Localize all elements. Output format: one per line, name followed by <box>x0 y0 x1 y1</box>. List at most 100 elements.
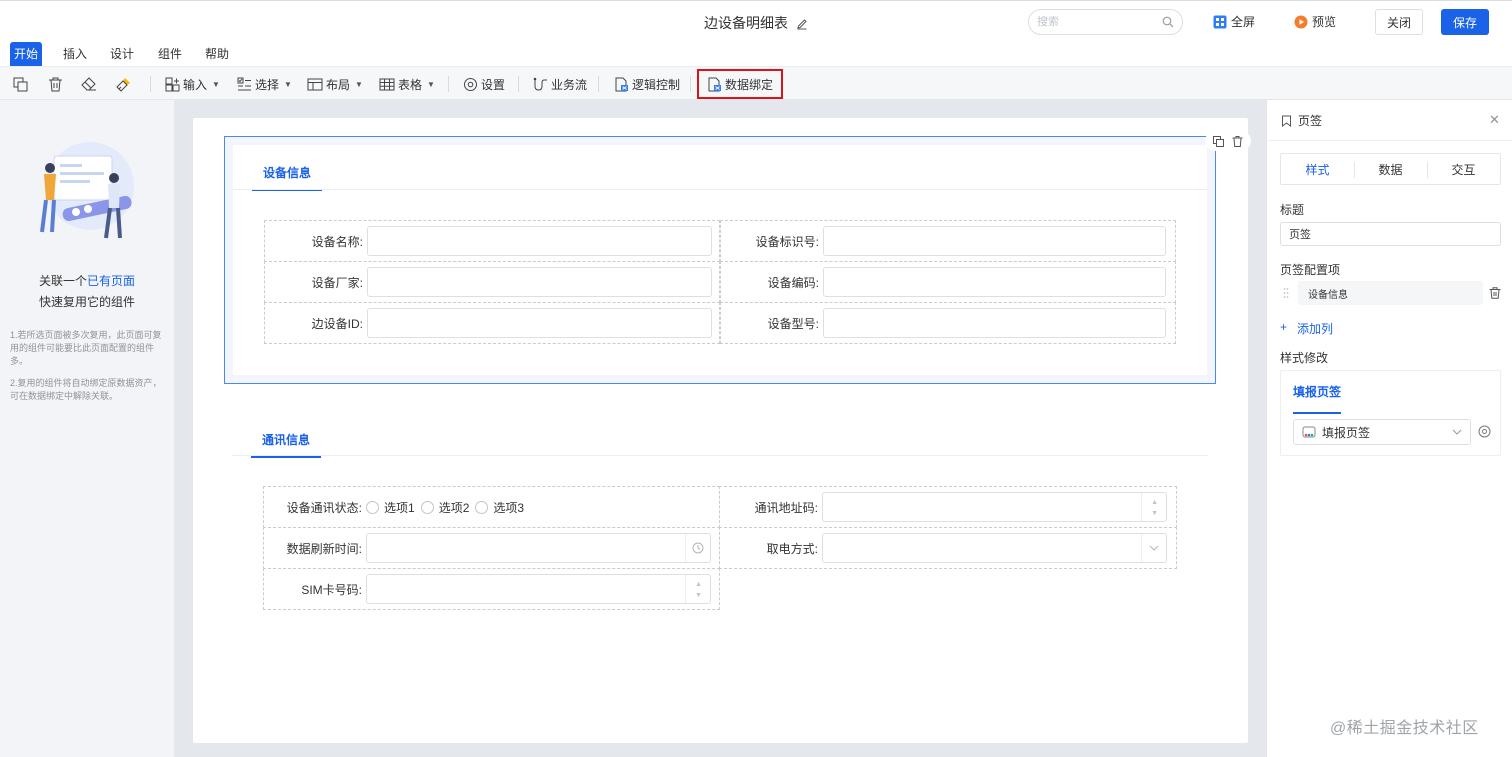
edge-id-label: 边设备ID: <box>311 316 363 331</box>
comm-status-radio-group: 选项1 选项2 选项3 <box>366 499 530 516</box>
duplicate-icon[interactable] <box>1213 135 1224 147</box>
delete-component-icon[interactable] <box>1232 135 1243 147</box>
radio-option-1[interactable]: 选项1 <box>366 499 415 516</box>
delete-button[interactable] <box>48 72 63 96</box>
toolbar-divider <box>150 76 151 92</box>
radio-option-2[interactable]: 选项2 <box>420 499 470 516</box>
document-title: 边设备明细表 <box>704 15 789 31</box>
select-menu[interactable]: 选择 ▼ <box>237 72 292 96</box>
add-column-button[interactable]: + 添加列 <box>1280 320 1333 337</box>
tab-content: 设备信息 设备名称: 设备标识号: 设备厂家: 设备编码: 边设备ID: 设备型… <box>233 145 1207 375</box>
tab-config-item[interactable]: 设备信息 <box>1298 281 1483 305</box>
search-box[interactable] <box>1028 9 1183 35</box>
tab-interaction[interactable]: 交互 <box>1427 154 1500 184</box>
design-canvas: 设备信息 设备名称: 设备标识号: 设备厂家: 设备编码: 边设备ID: 设备型… <box>193 118 1251 743</box>
clock-icon[interactable] <box>692 542 704 554</box>
link-prefix: 关联一个 <box>38 274 87 288</box>
decrement-icon[interactable]: ▼ <box>695 592 702 599</box>
note-1: 1.若所选页面被多次复用，此页面可复用的组件可能要比此页面配置的组件多。 <box>10 330 162 366</box>
format-brush-button[interactable] <box>116 72 132 96</box>
tab-comm-info[interactable]: 通讯信息 <box>251 431 321 458</box>
input-menu[interactable]: 输入 ▼ <box>165 72 220 96</box>
sim-number-input[interactable]: ▲ ▼ <box>366 574 711 604</box>
tab-device-info[interactable]: 设备信息 <box>252 164 322 191</box>
tab-components[interactable]: 组件 <box>158 42 182 66</box>
data-binding-label: 数据绑定 <box>725 77 774 92</box>
edit-pencil-icon[interactable] <box>796 18 808 30</box>
increment-icon[interactable]: ▲ <box>1151 499 1158 506</box>
selected-tab-component[interactable]: 设备信息 设备名称: 设备标识号: 设备厂家: 设备编码: 边设备ID: 设备型… <box>224 131 1251 384</box>
tab-start[interactable]: 开始 <box>10 42 42 66</box>
title-field-label: 标题 <box>1280 203 1305 217</box>
close-button[interactable]: 关闭 <box>1375 9 1423 35</box>
device-ident-input[interactable] <box>823 226 1166 256</box>
comm-address-number-input[interactable]: ▲ ▼ <box>822 492 1167 522</box>
trash-icon[interactable] <box>1489 287 1501 299</box>
preview-play-icon <box>1294 15 1308 29</box>
style-tab-fill[interactable]: 填报页签 <box>1293 383 1342 414</box>
radio-option-3[interactable]: 选项3 <box>475 499 524 516</box>
eraser-icon <box>81 76 97 92</box>
search-input[interactable] <box>1037 16 1147 28</box>
search-icon[interactable] <box>1162 16 1174 28</box>
tab-underline <box>232 455 1208 456</box>
settings-button[interactable]: 设置 <box>463 72 505 96</box>
settings-label: 设置 <box>481 77 506 92</box>
decrement-icon[interactable]: ▼ <box>1151 510 1158 517</box>
tab-data[interactable]: 数据 <box>1354 154 1427 184</box>
link-existing-page-text: 关联一个已有页面 <box>0 272 174 289</box>
eraser-button[interactable] <box>81 72 97 96</box>
workflow-icon <box>533 77 548 92</box>
form-cell: 设备标识号: <box>720 220 1176 262</box>
chevron-down-icon[interactable] <box>1149 543 1159 553</box>
form-cell: 设备厂家: <box>264 261 720 303</box>
form-cell: 取电方式: <box>719 527 1177 569</box>
power-mode-select[interactable] <box>822 533 1167 563</box>
style-settings-icon[interactable] <box>1478 425 1491 438</box>
style-select-value: 填报页签 <box>1322 425 1371 440</box>
form-cell: 设备编码: <box>720 261 1176 303</box>
preview-button[interactable]: 预览 <box>1294 13 1336 30</box>
radio-circle[interactable] <box>366 500 379 514</box>
tab-insert[interactable]: 插入 <box>63 42 87 66</box>
tab-style[interactable]: 样式 <box>1281 154 1354 184</box>
style-select[interactable]: 填报页签 <box>1293 419 1471 445</box>
layout-menu[interactable]: 布局 ▼ <box>307 72 363 96</box>
existing-page-link[interactable]: 已有页面 <box>87 274 135 288</box>
workflow-button[interactable]: 业务流 <box>533 72 587 96</box>
copy-icon <box>13 77 28 92</box>
table-menu[interactable]: 表格 ▼ <box>379 72 435 96</box>
device-name-input[interactable] <box>367 226 712 256</box>
data-binding-button[interactable]: 数据绑定 <box>697 69 784 99</box>
workflow-label: 业务流 <box>551 77 588 92</box>
device-vendor-label: 设备厂家: <box>311 275 363 290</box>
close-icon[interactable]: ✕ <box>1489 112 1500 128</box>
device-model-input[interactable] <box>823 308 1166 338</box>
edge-id-input[interactable] <box>367 308 712 338</box>
device-ident-label: 设备标识号: <box>755 234 819 249</box>
format-brush-icon <box>116 77 132 92</box>
device-code-input[interactable] <box>823 267 1166 297</box>
fullscreen-button[interactable]: 全屏 <box>1213 13 1255 30</box>
component-float-toolbar <box>1205 131 1251 151</box>
layout-icon <box>307 77 323 92</box>
title-input[interactable] <box>1280 222 1501 246</box>
device-vendor-input[interactable] <box>367 267 712 297</box>
save-button[interactable]: 保存 <box>1441 9 1489 35</box>
select-menu-label: 选择 <box>255 77 280 92</box>
tab-design[interactable]: 设计 <box>110 42 134 66</box>
increment-icon[interactable]: ▲ <box>695 581 702 588</box>
copy-button[interactable] <box>13 72 28 96</box>
drag-handle-icon[interactable] <box>1283 287 1289 299</box>
panel-header: 页签 <box>1281 112 1322 129</box>
radio-circle[interactable] <box>475 500 489 514</box>
refresh-time-picker[interactable] <box>366 533 711 563</box>
properties-panel: 页签 ✕ 样式 数据 交互 标题 页签配置项 设备信息 + 添加列 样式修改 填… <box>1266 100 1512 757</box>
radio-circle[interactable] <box>420 500 434 514</box>
radio-option-label: 选项2 <box>438 500 470 515</box>
device-name-label: 设备名称: <box>311 234 363 249</box>
chevron-down-icon: ▼ <box>284 79 292 89</box>
reuse-components-text: 快速复用它的组件 <box>38 295 135 309</box>
logic-control-button[interactable]: 逻辑控制 <box>614 72 680 96</box>
tab-help[interactable]: 帮助 <box>205 42 229 66</box>
